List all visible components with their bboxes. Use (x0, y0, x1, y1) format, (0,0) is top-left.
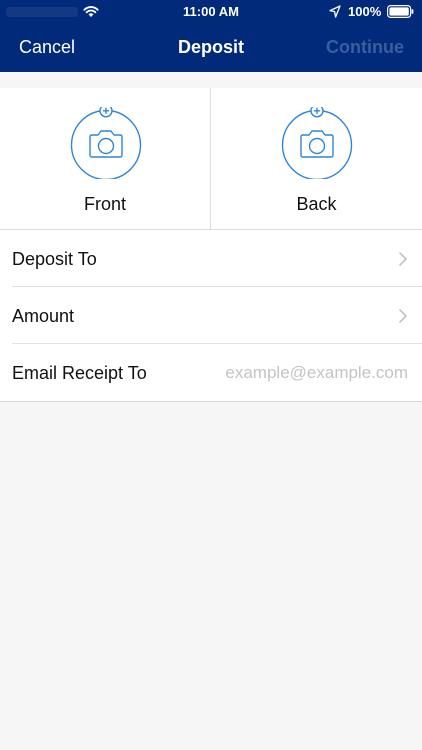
amount-label: Amount (12, 306, 75, 326)
header: 11:00 AM 100% Cancel Deposit Continue (0, 0, 422, 72)
chevron-right-icon (399, 252, 407, 266)
amount-row[interactable]: Amount (0, 287, 422, 344)
camera-add-icon (281, 107, 353, 179)
email-receipt-input[interactable] (190, 360, 408, 386)
email-receipt-row: Email Receipt To (0, 344, 422, 401)
camera-add-icon (70, 107, 142, 179)
continue-button[interactable]: Continue (326, 37, 404, 58)
nav-bar: Cancel Deposit Continue (0, 24, 422, 72)
capture-back-button[interactable]: Back (211, 88, 422, 229)
email-receipt-label: Email Receipt To (12, 363, 147, 383)
deposit-form: Deposit To Amount Email Receipt To (0, 230, 422, 402)
deposit-to-row[interactable]: Deposit To (0, 230, 422, 287)
capture-front-button[interactable]: Front (0, 88, 211, 229)
chevron-right-icon (399, 309, 407, 323)
battery-icon (387, 5, 414, 18)
capture-back-label: Back (296, 194, 337, 214)
capture-front-label: Front (83, 194, 126, 214)
status-bar: 11:00 AM 100% (0, 0, 422, 24)
check-capture-row: Front Back (0, 88, 422, 230)
location-arrow-icon (329, 5, 341, 18)
battery-percent: 100% (348, 4, 382, 19)
deposit-to-label: Deposit To (12, 249, 97, 269)
